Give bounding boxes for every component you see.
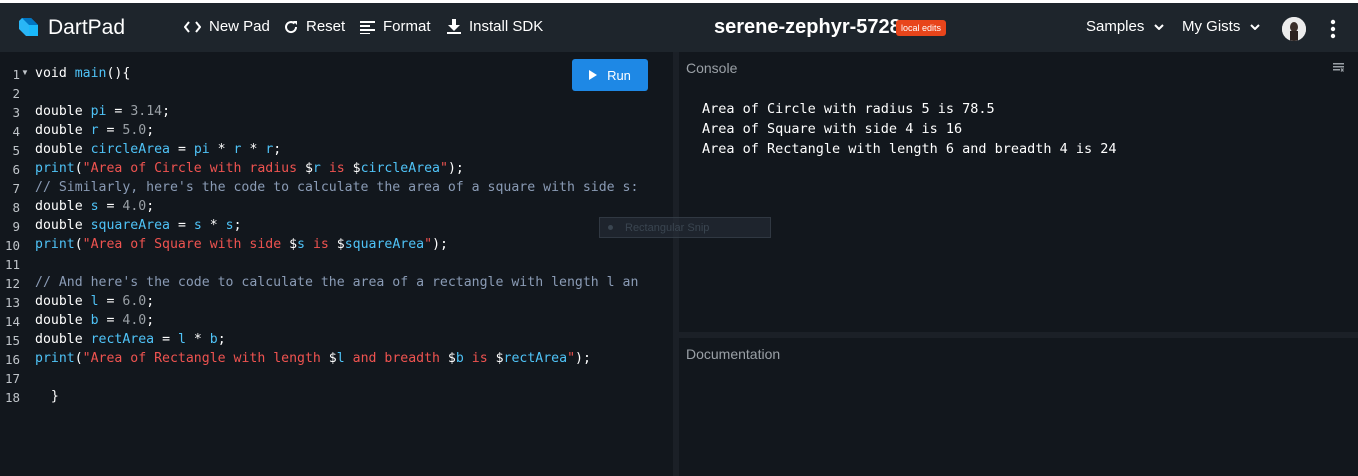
code-line: print("Area of Circle with radius $r is … [35, 161, 464, 176]
format-align-icon [360, 20, 375, 34]
line-number: 6 [12, 162, 20, 177]
play-icon [589, 70, 598, 80]
install-sdk-label: Install SDK [469, 18, 544, 35]
my-gists-label: My Gists [1182, 18, 1241, 35]
install-sdk-button[interactable]: Install SDK [447, 18, 543, 35]
format-button[interactable]: Format [360, 18, 431, 35]
snip-overlay: Rectangular Snip [599, 217, 771, 238]
snip-dot-icon [608, 225, 613, 230]
code-line: void main(){ [35, 66, 131, 81]
line-number: 8 [12, 200, 20, 215]
line-number: 10 [4, 238, 20, 253]
code-line: double l = 6.0; [35, 294, 155, 309]
reset-label: Reset [306, 18, 346, 35]
code-line: double circleArea = pi * r * r; [35, 142, 282, 157]
code-line: double squareArea = s * s; [35, 218, 242, 233]
console-output-line: Area of Square with side 4 is 16 [702, 121, 963, 137]
code-line: // Similarly, here's the code to calcula… [35, 180, 639, 195]
line-number: 11 [4, 257, 20, 272]
code-line: double s = 4.0; [35, 199, 155, 214]
line-number: 3 [12, 105, 20, 120]
code-line: print("Area of Square with side $s is $s… [35, 237, 448, 252]
fold-arrow-icon[interactable]: ▼ [21, 68, 29, 77]
line-number: 5 [12, 143, 20, 158]
console-output-line: Area of Circle with radius 5 is 78.5 [702, 101, 995, 117]
code-line: double b = 4.0; [35, 313, 155, 328]
console-panel: Console Area of Circle with radius 5 is … [679, 52, 1358, 332]
line-number: 1 [12, 67, 20, 82]
documentation-label: Documentation [686, 346, 781, 362]
run-label: Run [607, 67, 631, 83]
line-number: 9 [12, 219, 20, 234]
top-bar: DartPad New Pad Reset Format Install SDK… [0, 0, 1358, 52]
reset-button[interactable]: Reset [284, 18, 345, 35]
code-line: } [35, 389, 59, 404]
more-vert-icon[interactable] [1329, 19, 1337, 39]
code-line: // And here's the code to calculate the … [35, 275, 639, 290]
chevron-down-icon [1250, 23, 1261, 30]
dart-logo-icon [19, 18, 38, 36]
line-number: 13 [4, 295, 20, 310]
line-number: 4 [12, 124, 20, 139]
samples-label: Samples [1086, 18, 1145, 35]
documentation-panel: Documentation [679, 338, 1358, 476]
new-pad-label: New Pad [209, 18, 270, 35]
line-number: 12 [4, 276, 20, 291]
run-button[interactable]: Run [572, 59, 648, 91]
format-label: Format [383, 18, 431, 35]
line-number: 17 [4, 371, 20, 386]
app-name[interactable]: DartPad [48, 16, 125, 40]
new-pad-button[interactable]: New Pad [184, 18, 270, 35]
chevron-down-icon [1154, 23, 1165, 30]
local-edits-badge: local edits [896, 20, 947, 36]
line-number: 16 [4, 352, 20, 367]
code-line: double pi = 3.14; [35, 104, 171, 119]
line-number: 15 [4, 333, 20, 348]
user-avatar[interactable] [1282, 17, 1306, 41]
snip-label: Rectangular Snip [625, 221, 710, 234]
code-editor[interactable]: 1 2 3 4 5 6 7 8 9 10 11 12 13 14 15 16 17 18 ▼ void main(… [0, 52, 673, 476]
my-gists-menu[interactable]: My Gists [1182, 18, 1261, 35]
line-number: 14 [4, 314, 20, 329]
console-output-line: Area of Rectangle with length 6 and brea… [702, 141, 1117, 157]
code-line: print("Area of Rectangle with length $l … [35, 351, 591, 366]
line-number: 2 [12, 86, 20, 101]
code-icon [184, 20, 201, 33]
code-line: double rectArea = l * b; [35, 332, 226, 347]
avatar-image-icon [1282, 17, 1306, 41]
samples-menu[interactable]: Samples [1086, 18, 1165, 35]
download-icon [447, 19, 461, 34]
console-label: Console [686, 60, 738, 76]
code-line: double r = 5.0; [35, 123, 155, 138]
pad-title[interactable]: serene-zephyr-5728 [714, 16, 901, 39]
line-number: 18 [4, 390, 20, 405]
line-number: 7 [12, 181, 20, 196]
clear-console-icon[interactable] [1333, 63, 1344, 72]
refresh-icon [285, 20, 298, 33]
